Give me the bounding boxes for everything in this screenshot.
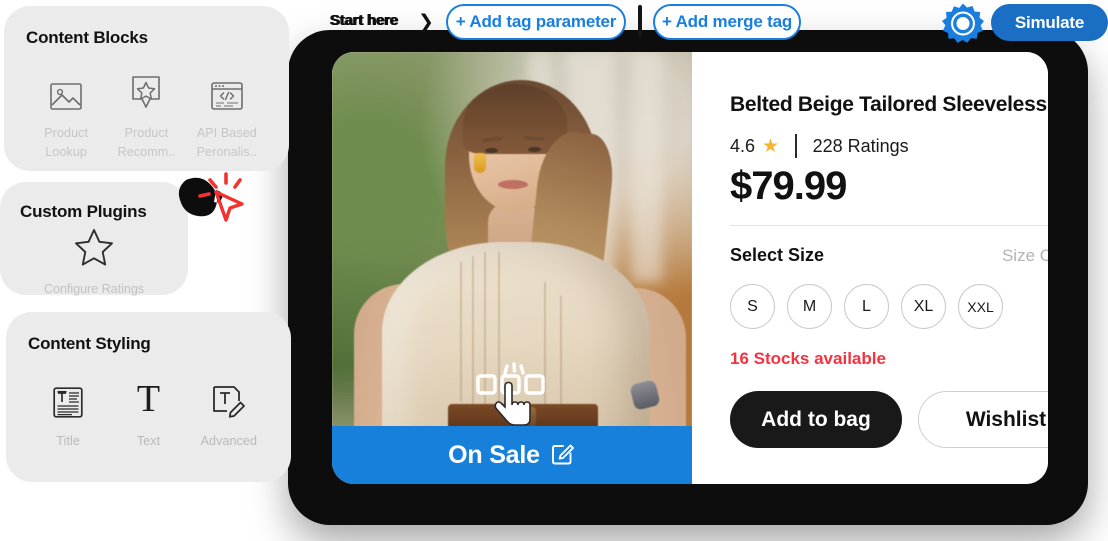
size-option-xl[interactable]: XL bbox=[901, 284, 946, 330]
panel-title-custom-plugins: Custom Plugins bbox=[20, 202, 147, 221]
code-window-icon bbox=[211, 68, 243, 110]
tile-product-recommendation[interactable]: Product Recomm.. bbox=[106, 68, 186, 163]
text-edit-icon bbox=[212, 376, 246, 418]
select-size-label: Select Size bbox=[730, 245, 825, 266]
size-chart-link[interactable]: Size Chart › bbox=[1002, 246, 1048, 266]
hand-pointer-carousel-icon bbox=[474, 362, 560, 432]
add-tag-parameter-button[interactable]: + Add tag parameter bbox=[446, 4, 626, 40]
content-blocks-tiles: Product Lookup Product Recomm.. API Base… bbox=[26, 68, 267, 163]
cursor-click-icon bbox=[196, 172, 250, 224]
device-frame: On Sale Belted Beige Tailored Sleeveless… bbox=[288, 30, 1088, 525]
size-options: S M L XL XXL bbox=[730, 284, 1048, 330]
text-t-icon: T bbox=[136, 378, 161, 420]
size-option-l[interactable]: L bbox=[844, 284, 889, 330]
rating-score: 4.6 bbox=[730, 135, 756, 156]
image-icon bbox=[50, 68, 82, 110]
title-block-icon bbox=[53, 376, 83, 418]
simulate-button[interactable]: Simulate bbox=[991, 4, 1108, 41]
size-chart-label: Size Chart bbox=[1001, 245, 1048, 265]
start-here-label: Start here bbox=[330, 12, 399, 29]
rating-divider bbox=[795, 134, 797, 159]
product-price: $79.99 bbox=[730, 164, 847, 209]
size-option-m[interactable]: M bbox=[787, 284, 832, 330]
toolbar-divider bbox=[638, 5, 642, 39]
product-actions: Add to bag Wishlist bbox=[730, 391, 1048, 449]
stock-status: 16 Stocks available bbox=[730, 349, 886, 369]
panel-title-content-styling: Content Styling bbox=[28, 334, 151, 353]
content-styling-tiles: Title T Text Advanced bbox=[28, 376, 269, 451]
gear-icon[interactable] bbox=[941, 2, 985, 46]
tile-title[interactable]: Title bbox=[28, 376, 108, 451]
add-to-bag-button[interactable]: Add to bag bbox=[730, 391, 902, 449]
panel-custom-plugins: Custom Plugins Configure Ratings bbox=[0, 182, 188, 296]
tile-label-api-based-personalisation: API Based Peronalis.. bbox=[196, 126, 257, 160]
tile-advanced[interactable]: Advanced bbox=[189, 376, 269, 451]
ratings-count: 228 Ratings bbox=[812, 135, 909, 156]
add-merge-tag-button[interactable]: + Add merge tag bbox=[653, 4, 801, 40]
edit-pencil-icon[interactable] bbox=[550, 440, 576, 471]
star-bubble-icon bbox=[131, 68, 161, 110]
tile-api-based-personalisation[interactable]: API Based Peronalis.. bbox=[187, 68, 267, 163]
star-filled-icon: ★ bbox=[762, 135, 780, 157]
on-sale-label: On Sale bbox=[448, 440, 540, 469]
product-photo-panel[interactable]: On Sale bbox=[332, 52, 692, 484]
panel-content-styling: Content Styling Title T Text Advanced bbox=[6, 312, 291, 482]
tile-product-lookup[interactable]: Product Lookup bbox=[26, 68, 106, 163]
star-outline-icon bbox=[74, 228, 114, 272]
tile-label-product-recommendation: Product Recomm.. bbox=[117, 126, 176, 160]
product-detail-panel: Belted Beige Tailored Sleeveless 4.6 ★ 2… bbox=[692, 52, 1048, 484]
size-option-xxl[interactable]: XXL bbox=[958, 284, 1003, 330]
select-size-row: Select Size Size Chart › bbox=[730, 245, 1048, 266]
tile-label-product-lookup: Product Lookup bbox=[44, 126, 89, 160]
tile-configure-ratings[interactable]: Configure Ratings bbox=[20, 228, 168, 296]
wishlist-button[interactable]: Wishlist bbox=[918, 391, 1048, 449]
product-title: Belted Beige Tailored Sleeveless bbox=[730, 93, 1047, 116]
device-screen: On Sale Belted Beige Tailored Sleeveless… bbox=[332, 52, 1048, 484]
chevron-right-icon: ❯ bbox=[418, 12, 434, 33]
app-stage: On Sale Belted Beige Tailored Sleeveless… bbox=[0, 0, 1108, 541]
rating-row: 4.6 ★ 228 Ratings bbox=[730, 134, 1048, 159]
size-option-s[interactable]: S bbox=[730, 284, 775, 330]
tile-label-configure-ratings: Configure Ratings bbox=[43, 282, 145, 296]
tile-label-text: Text bbox=[136, 434, 161, 448]
tile-text[interactable]: T Text bbox=[108, 376, 188, 451]
divider bbox=[730, 225, 1048, 227]
on-sale-banner[interactable]: On Sale bbox=[332, 426, 692, 484]
top-toolbar: Start here ❯ + Add tag parameter + Add m… bbox=[0, 0, 1108, 46]
tile-label-title: Title bbox=[56, 434, 80, 448]
tile-label-advanced: Advanced bbox=[200, 434, 258, 448]
